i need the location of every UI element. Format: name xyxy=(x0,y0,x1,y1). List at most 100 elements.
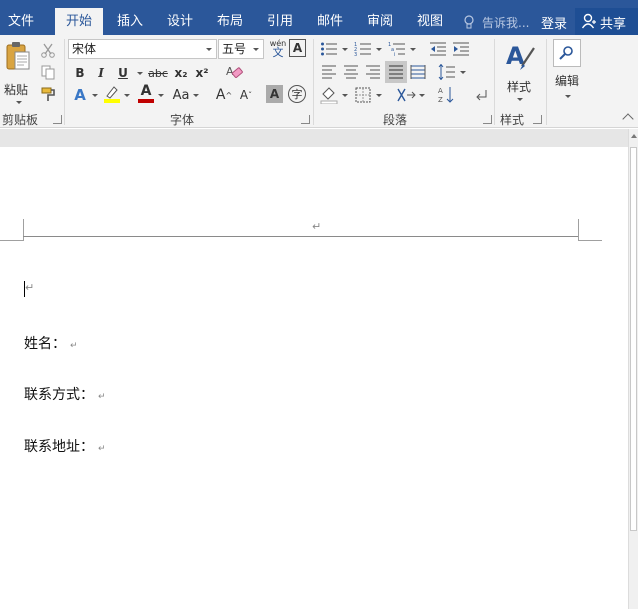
tab-view[interactable]: 视图 xyxy=(408,0,452,35)
highlight-dropdown-arrow[interactable] xyxy=(124,94,130,97)
align-left-button[interactable] xyxy=(319,62,339,82)
eraser-icon: A xyxy=(226,65,243,78)
align-left-icon xyxy=(322,65,336,79)
share-button[interactable]: 共享 xyxy=(575,8,638,35)
subscript-button[interactable]: x₂ xyxy=(171,63,191,83)
multilevel-list-button[interactable]: 1ai xyxy=(387,39,407,59)
chinese-layout-button[interactable] xyxy=(396,85,416,105)
highlight-button[interactable] xyxy=(102,84,122,104)
styles-button[interactable]: A 样式 xyxy=(500,40,540,106)
text-effects-button[interactable]: A xyxy=(70,85,90,105)
font-dialog-launcher[interactable] xyxy=(301,115,310,124)
document-page[interactable]: ↵ ↵ 姓名： ↵ 联系方式： ↵ 联系地址： ↵ xyxy=(0,147,628,609)
decrease-indent-button[interactable] xyxy=(428,39,448,59)
line-spacing-dropdown-arrow[interactable] xyxy=(460,71,466,74)
font-size-value: 五号 xyxy=(222,42,247,56)
scroll-up-arrow[interactable] xyxy=(631,134,637,138)
multilevel-list-dropdown-arrow[interactable] xyxy=(410,48,416,51)
paste-dropdown-arrow xyxy=(16,101,22,104)
bullets-dropdown-arrow[interactable] xyxy=(342,48,348,51)
italic-button[interactable]: I xyxy=(91,63,111,83)
numbering-button[interactable]: 123 xyxy=(353,39,373,59)
phonetic-guide-button[interactable]: wén 文 xyxy=(268,38,288,58)
tab-references[interactable]: 引用 xyxy=(258,0,302,35)
group-separator xyxy=(313,39,314,125)
tab-layout[interactable]: 布局 xyxy=(208,0,252,35)
strikethrough-button[interactable]: abc xyxy=(146,63,170,83)
tab-insert[interactable]: 插入 xyxy=(108,0,152,35)
tab-mailings[interactable]: 邮件 xyxy=(308,0,352,35)
word-window: { "tabs": [ {"label": "文件", "active": fa… xyxy=(0,0,638,609)
borders-dropdown-arrow[interactable] xyxy=(376,94,382,97)
paste-button[interactable]: 粘贴 xyxy=(4,41,32,107)
tab-file[interactable]: 文件 xyxy=(0,0,42,35)
paragraph-dialog-launcher[interactable] xyxy=(483,115,492,124)
shrink-font-button[interactable]: Aˇ xyxy=(236,85,256,105)
increase-indent-button[interactable] xyxy=(451,39,471,59)
shading-dropdown-arrow[interactable] xyxy=(342,94,348,97)
paragraph-group-label: 段落 xyxy=(383,113,408,127)
font-color-dropdown-arrow[interactable] xyxy=(158,94,164,97)
font-size-combo[interactable]: 五号 xyxy=(218,39,264,59)
tab-review[interactable]: 审阅 xyxy=(358,0,402,35)
styles-label: 样式 xyxy=(507,80,532,94)
distributed-icon xyxy=(410,65,426,79)
chinese-layout-dropdown-arrow[interactable] xyxy=(419,94,425,97)
borders-button[interactable] xyxy=(353,85,373,105)
show-formatting-marks-button[interactable] xyxy=(472,85,492,105)
styles-group-label: 样式 xyxy=(500,113,525,127)
editing-button[interactable]: 编辑 xyxy=(550,39,586,105)
sort-button[interactable]: AZ xyxy=(437,85,457,105)
increase-indent-icon xyxy=(453,42,469,56)
editing-icon-frame xyxy=(553,39,581,67)
format-painter-button[interactable] xyxy=(38,84,58,104)
header-crop-mark-right xyxy=(578,240,602,241)
justify-button[interactable] xyxy=(385,61,407,83)
scissors-icon xyxy=(41,43,55,58)
text-effects-dropdown-arrow[interactable] xyxy=(92,94,98,97)
align-center-button[interactable] xyxy=(341,62,361,82)
underline-button[interactable]: U xyxy=(113,63,133,83)
cut-button[interactable] xyxy=(38,40,58,60)
copy-button[interactable] xyxy=(38,62,58,82)
font-name-combo[interactable]: 宋体 xyxy=(68,39,217,59)
change-case-button[interactable]: Aa xyxy=(170,85,192,105)
change-case-dropdown-arrow[interactable] xyxy=(193,94,199,97)
distributed-button[interactable] xyxy=(408,62,428,82)
underline-dropdown-arrow[interactable] xyxy=(137,72,143,75)
chinese-layout-icon xyxy=(397,88,416,102)
character-border-button[interactable]: A xyxy=(289,39,306,57)
clipboard-dialog-launcher[interactable] xyxy=(53,115,62,124)
tab-design[interactable]: 设计 xyxy=(158,0,202,35)
svg-text:3: 3 xyxy=(354,52,357,57)
bullets-button[interactable] xyxy=(319,39,339,59)
character-shading-button[interactable]: A xyxy=(266,85,283,103)
document-line-text: 联系方式： xyxy=(24,387,94,403)
align-right-button[interactable] xyxy=(363,62,383,82)
scrollbar-thumb[interactable] xyxy=(630,147,637,531)
font-color-button[interactable]: A xyxy=(136,83,156,103)
paragraph-mark: ↵ xyxy=(98,392,106,402)
multilevel-list-icon: 1ai xyxy=(388,42,405,57)
header-crop-mark-left-vertical xyxy=(23,219,24,241)
group-separator xyxy=(64,39,65,125)
person-icon xyxy=(582,13,596,29)
styles-dialog-launcher[interactable] xyxy=(533,115,542,124)
numbering-dropdown-arrow[interactable] xyxy=(376,48,382,51)
paste-icon xyxy=(6,42,30,70)
clear-formatting-button[interactable]: A xyxy=(224,62,244,82)
enclose-characters-button[interactable]: 字 xyxy=(288,85,306,103)
document-line-name: 姓名： ↵ xyxy=(24,333,78,353)
superscript-button[interactable]: x² xyxy=(192,63,212,83)
bold-button[interactable]: B xyxy=(70,63,90,83)
sign-in-link[interactable]: 登录 xyxy=(541,13,567,32)
editing-dropdown-arrow xyxy=(565,95,571,98)
grow-font-button[interactable]: A ^ xyxy=(214,85,234,105)
collapse-ribbon-button[interactable] xyxy=(622,113,634,125)
align-right-icon xyxy=(366,65,380,79)
line-spacing-button[interactable] xyxy=(437,62,457,82)
font-group-label: 字体 xyxy=(170,113,195,127)
tab-home[interactable]: 开始 xyxy=(55,8,103,35)
vertical-scrollbar[interactable] xyxy=(628,129,638,609)
shading-button[interactable] xyxy=(319,85,339,105)
